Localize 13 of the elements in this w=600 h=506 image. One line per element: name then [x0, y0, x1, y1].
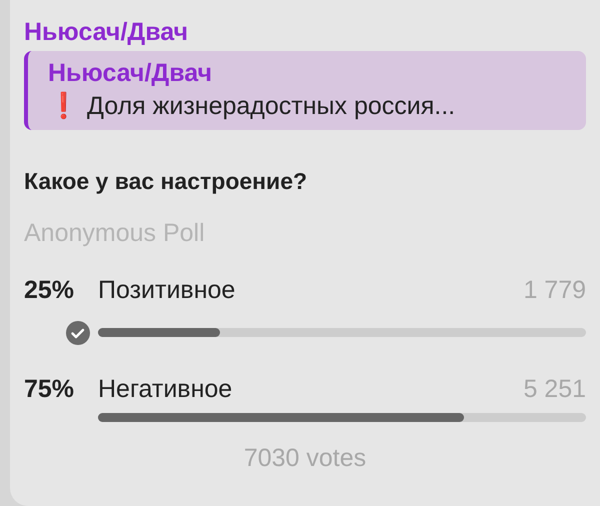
option-percent: 75%: [24, 374, 76, 405]
reply-text: Доля жизнерадостных россия...: [87, 92, 456, 120]
reply-title: Ньюсач/Двач: [48, 58, 212, 86]
vote-count: 5 251: [523, 374, 586, 405]
vote-count: 1 779: [523, 275, 586, 306]
option-label: Негативное: [98, 374, 234, 405]
exclamation-icon: ❗: [48, 92, 79, 120]
poll-question: Какое у вас настроение?: [24, 168, 308, 194]
option-percent: 25%: [24, 275, 76, 306]
sender-name: Ньюсач/Двач: [24, 18, 188, 46]
total-votes: 7030 votes: [244, 444, 366, 472]
reply-quote[interactable]: Ньюсач/Двач ❗ Доля жизнерадостных россия...: [24, 50, 586, 130]
option-label: Позитивное: [98, 275, 236, 306]
